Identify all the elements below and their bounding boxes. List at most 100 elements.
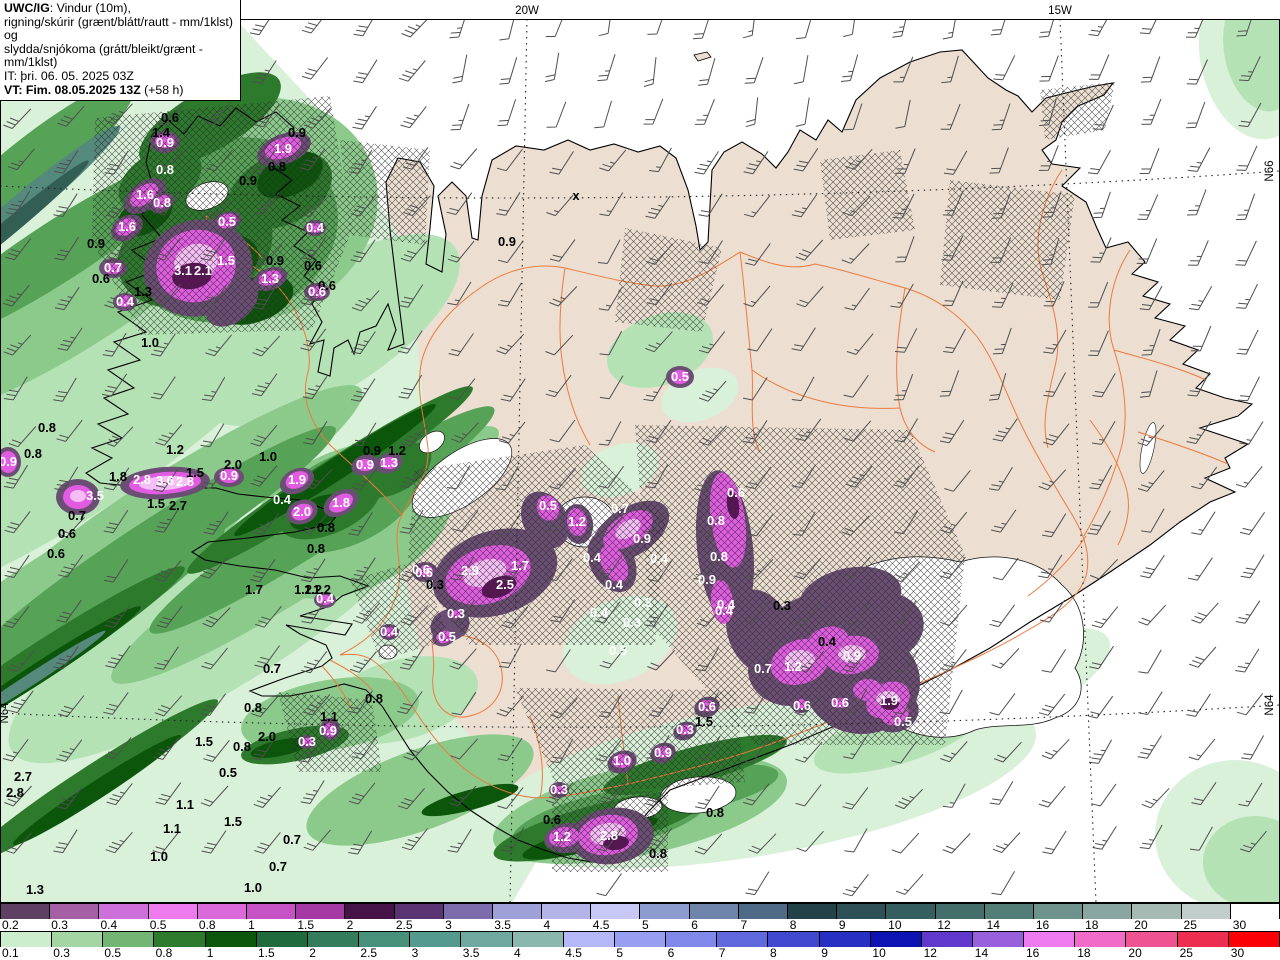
rain-color-segment xyxy=(1126,932,1178,947)
precip-value-label: 1.1 xyxy=(176,797,194,812)
precip-value-label: 1.7 xyxy=(245,582,263,597)
legend-variable: : Vindur (10m), xyxy=(49,1,131,15)
rain-color-segment xyxy=(870,932,922,947)
rain-color-segment xyxy=(205,932,257,947)
precip-value-label: 1.2 xyxy=(304,582,322,597)
model-name: UWC/IG xyxy=(4,1,50,15)
precip-value-label: 0.8 xyxy=(24,446,42,461)
sleet-snow-tick-label: 3.5 xyxy=(494,918,511,932)
precip-value-label: 0.8 xyxy=(706,805,724,820)
precip-value-label: 0.4 xyxy=(306,220,325,235)
precip-value-label: 2.9 xyxy=(461,563,479,578)
precip-value-label: 0.4 xyxy=(590,605,609,620)
sleet-snow-tick-label: 3 xyxy=(445,918,452,932)
precip-value-label: 0.9 xyxy=(356,457,374,472)
precip-value-label: 0.5 xyxy=(438,629,456,644)
lead-time: (+58 h) xyxy=(140,82,184,97)
precip-value-label: 1.2 xyxy=(568,514,586,529)
map-legend-box: UWC/IG: Vindur (10m), rigning/skúrir (gr… xyxy=(0,0,241,102)
precip-value-label: 0.3 xyxy=(634,595,652,610)
sleet-snow-tick-label: 0.2 xyxy=(2,918,19,932)
precip-value-label: 0.6 xyxy=(698,699,716,714)
sleet-snow-tick-label: 0.4 xyxy=(100,918,118,932)
rain-color-segment xyxy=(1075,932,1127,947)
precip-value-label: 0.4 xyxy=(273,492,292,507)
rain-tick-label: 1.5 xyxy=(258,946,275,960)
sleet-snow-color-segment xyxy=(246,904,297,919)
precip-value-label: 1.6 xyxy=(136,187,154,202)
sleet-snow-tick-label: 25 xyxy=(1183,918,1197,932)
precip-value-label: 0.9 xyxy=(288,125,306,140)
rain-tick-label: 20 xyxy=(1128,946,1142,960)
rain-color-segment xyxy=(921,932,973,947)
precip-value-label: 1.3 xyxy=(134,284,152,299)
rain-color-segment xyxy=(717,932,769,947)
precip-value-label: 0.9 xyxy=(654,745,672,760)
rain-tick-label: 14 xyxy=(974,946,989,960)
sleet-snow-color-segment xyxy=(640,904,690,919)
precip-value-label: 0.9 xyxy=(843,648,861,663)
sleet-snow-color-segment xyxy=(935,904,985,919)
rain-tick-label: 3.5 xyxy=(462,946,480,960)
sleet-snow-tick-label: 16 xyxy=(1035,918,1050,932)
sleet-snow-color-segment xyxy=(1230,904,1280,919)
precip-value-label: 0.6 xyxy=(308,284,326,299)
precip-value-label: 0.4 xyxy=(380,624,399,639)
precip-value-label: 0.6 xyxy=(831,695,849,710)
precip-value-label: 0.9 xyxy=(156,135,174,150)
rain-tick-label: 7 xyxy=(718,946,726,960)
precip-value-label: 0.8 xyxy=(156,162,174,177)
rain-tick-label: 0.3 xyxy=(53,946,70,960)
precip-value-label: 1.2 xyxy=(166,442,184,457)
precip-value-label: 0.8 xyxy=(268,159,286,174)
precip-value-label: 1.8 xyxy=(109,469,127,484)
precip-value-label: 0.5 xyxy=(219,765,237,780)
precip-value-label: 0.8 xyxy=(317,520,335,535)
precip-value-label: 0.6 xyxy=(727,485,745,500)
precip-value-label: 0.4 xyxy=(605,577,624,592)
sleet-snow-tick-label: 0.3 xyxy=(51,918,68,932)
rain-color-segment xyxy=(1228,932,1280,947)
precip-value-label: 1.8 xyxy=(332,495,350,510)
precip-value-label: 0.6 xyxy=(47,546,65,561)
precip-value-label: 3.5 xyxy=(86,488,104,503)
rain-color-segment xyxy=(819,932,871,947)
sleet-snow-color-segment xyxy=(1181,904,1231,919)
sleet-blob-light xyxy=(70,490,86,502)
sleet-snow-color-segment xyxy=(837,904,887,919)
sleet-snow-color-segment xyxy=(443,904,493,919)
precip-value-label: 1.3 xyxy=(380,455,398,470)
precip-value-label: 1.0 xyxy=(141,335,159,350)
sleet-snow-color-segment xyxy=(886,904,936,919)
precip-value-label: 2.7 xyxy=(169,498,187,513)
precip-value-label: 1.9 xyxy=(880,693,898,708)
rain-tick-label: 30 xyxy=(1230,946,1245,960)
sleet-snow-color-segment xyxy=(197,904,247,919)
precip-value-label: 1.0 xyxy=(150,849,168,864)
parallel-label: N66 xyxy=(1264,160,1276,181)
sleet-snow-color-segment xyxy=(738,904,788,919)
sleet-snow-color-segment xyxy=(492,904,543,919)
rain-tick-label: 4.5 xyxy=(565,946,582,960)
precip-value-label: 0.8 xyxy=(307,541,325,556)
rain-color-segment xyxy=(614,932,667,947)
sleet-snow-color-segment xyxy=(591,904,641,919)
sleet-snow-tick-label: 0.5 xyxy=(149,918,167,932)
rain-color-segment xyxy=(307,932,360,947)
sleet-snow-color-segment xyxy=(788,904,838,919)
init-time: IT: þri. 06. 05. 2025 03Z xyxy=(4,68,134,83)
precip-value-label: 0.9 xyxy=(0,454,17,469)
precip-value-label: 0.6 xyxy=(793,698,811,713)
precip-value-label: 1.2 xyxy=(553,829,571,844)
sleet-snow-tick-label: 10 xyxy=(888,918,902,932)
rain-color-segment xyxy=(512,932,564,947)
forecast-map: 0.61.40.90.91.90.80.80.91.60.81.6 0.5 0.40… xyxy=(0,0,1280,903)
precip-value-label: 0.9 xyxy=(498,234,516,249)
rain-color-segment xyxy=(666,932,718,947)
rain-tick-label: 1 xyxy=(206,946,214,960)
sleet-snow-color-segment xyxy=(296,904,346,919)
valid-time-line: VT: Fim. 08.05.2025 13Z (+58 h) xyxy=(4,82,237,98)
precip-value-label: 3.1 xyxy=(174,263,192,278)
sleet-snow-tick-label: 5 xyxy=(642,918,649,932)
sleet-snow-tick-label: 18 xyxy=(1085,918,1099,932)
